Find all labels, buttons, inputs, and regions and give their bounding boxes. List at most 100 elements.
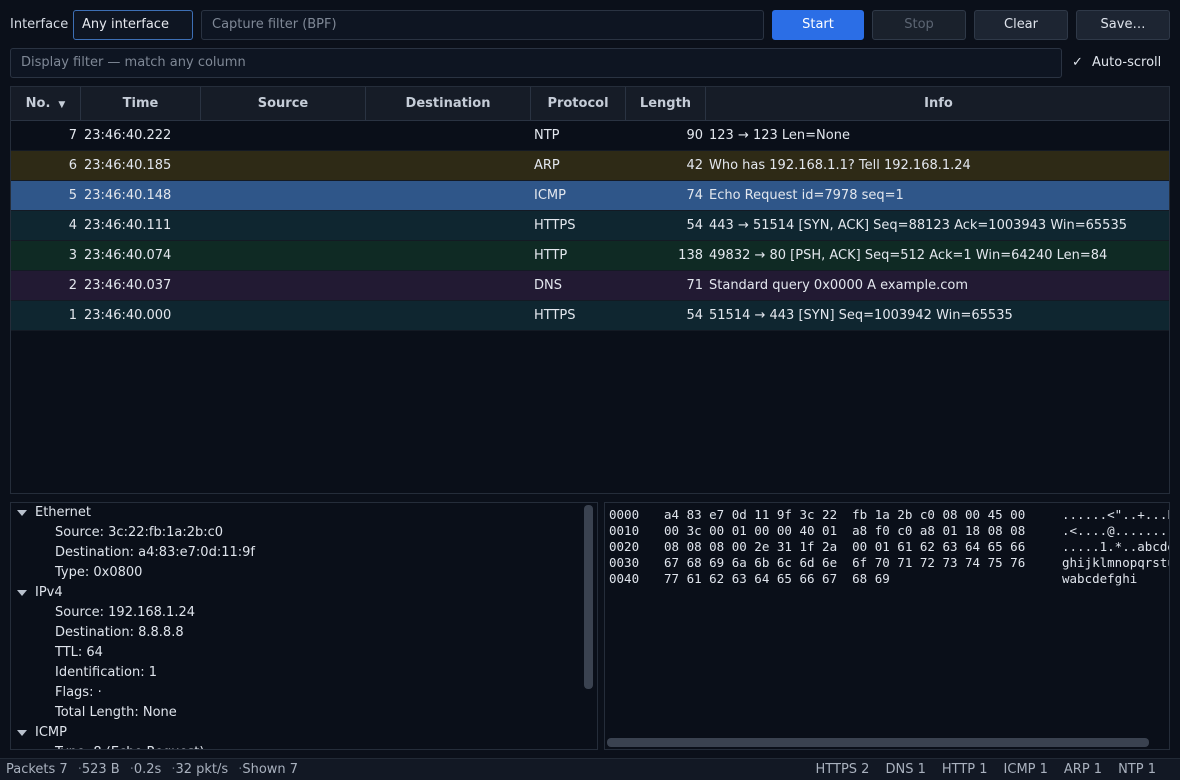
protocol-count: ICMP 1 bbox=[1003, 762, 1048, 777]
tree-field[interactable]: Destination: a4:83:e7:0d:11:9f bbox=[11, 543, 255, 563]
protocol-count: DNS 1 bbox=[885, 762, 926, 777]
cell-protocol: DNS bbox=[534, 278, 562, 293]
tree-field[interactable]: TTL: 64 bbox=[11, 643, 103, 663]
clear-button[interactable]: Clear bbox=[974, 10, 1068, 40]
cell-info: Who has 192.168.1.1? Tell 192.168.1.24 bbox=[709, 158, 971, 173]
hex-ascii[interactable]: .<....@......... bbox=[1062, 523, 1169, 539]
hex-bytes[interactable]: 00 3c 00 01 00 00 40 01 a8 f0 c0 a8 01 1… bbox=[664, 523, 1025, 539]
protocol-count: HTTPS 2 bbox=[815, 762, 870, 777]
tree-field[interactable]: Type: 8 (Echo Request) bbox=[11, 743, 204, 749]
tree-section[interactable]: Ethernet bbox=[11, 503, 91, 523]
hex-ascii[interactable]: wabcdefghi bbox=[1062, 571, 1137, 587]
column-header-source[interactable]: Source bbox=[201, 87, 366, 121]
cell-time: 23:46:40.111 bbox=[84, 218, 172, 233]
column-header-destination[interactable]: Destination bbox=[366, 87, 531, 121]
cell-protocol: ARP bbox=[534, 158, 560, 173]
stop-button[interactable]: Stop bbox=[872, 10, 966, 40]
hex-offset[interactable]: 0010 bbox=[609, 523, 639, 539]
table-row[interactable]: 2 23:46:40.037 DNS 71 Standard query 0x0000 … bbox=[11, 271, 1169, 301]
tree-vertical-scrollbar[interactable] bbox=[584, 505, 593, 689]
column-header-time[interactable]: Time bbox=[81, 87, 201, 121]
caret-down-icon[interactable] bbox=[17, 510, 27, 516]
tree-node-text: TTL: 64 bbox=[55, 645, 103, 660]
hex-offset[interactable]: 0000 bbox=[609, 507, 639, 523]
cell-no: 5 bbox=[68, 188, 77, 203]
save-button[interactable]: Save… bbox=[1076, 10, 1170, 40]
tree-node-text: IPv4 bbox=[35, 585, 63, 600]
tree-section[interactable]: IPv4 bbox=[11, 583, 63, 603]
cell-length: 54 bbox=[686, 218, 703, 233]
cell-info: 51514 → 443 [SYN] Seq=1003942 Win=65535 bbox=[709, 308, 1013, 323]
cell-protocol: HTTPS bbox=[534, 308, 576, 323]
tree-field[interactable]: Identification: 1 bbox=[11, 663, 157, 683]
cell-protocol: NTP bbox=[534, 128, 560, 143]
hex-bytes[interactable]: 08 08 08 00 2e 31 1f 2a 00 01 61 62 63 6… bbox=[664, 539, 1025, 555]
tree-field[interactable]: Destination: 8.8.8.8 bbox=[11, 623, 184, 643]
hex-dump-pane: 0000 a4 83 e7 0d 11 9f 3c 22 fb 1a 2b c0 … bbox=[604, 502, 1170, 750]
display-filter-input[interactable]: Display filter — match any column bbox=[10, 48, 1062, 78]
start-button[interactable]: Start bbox=[772, 10, 864, 40]
cell-protocol: HTTP bbox=[534, 248, 568, 263]
cell-time: 23:46:40.222 bbox=[84, 128, 172, 143]
hex-offset[interactable]: 0040 bbox=[609, 571, 639, 587]
auto-scroll-toggle[interactable]: ✓ Auto-scroll bbox=[1072, 55, 1161, 70]
column-header-info[interactable]: Info bbox=[706, 87, 1169, 121]
column-header-no[interactable]: No. ▼ bbox=[11, 87, 81, 121]
status-item: 32 pkt/s bbox=[175, 762, 229, 777]
table-row[interactable]: 5 23:46:40.148 ICMP 74 Echo Request id=7978 … bbox=[11, 181, 1169, 211]
tree-node-text: Source: 3c:22:fb:1a:2b:c0 bbox=[55, 525, 224, 540]
cell-protocol: HTTPS bbox=[534, 218, 576, 233]
packet-list-header: No. ▼ Time Source Destination Protocol Le… bbox=[11, 87, 1169, 121]
tree-node-text: Type: 0x0800 bbox=[55, 565, 143, 580]
tree-field[interactable]: Total Length: None bbox=[11, 703, 177, 723]
caret-down-icon[interactable] bbox=[17, 730, 27, 736]
hex-offset[interactable]: 0030 bbox=[609, 555, 639, 571]
caret-down-icon[interactable] bbox=[17, 590, 27, 596]
hex-bytes[interactable]: 67 68 69 6a 6b 6c 6d 6e 6f 70 71 72 73 7… bbox=[664, 555, 1025, 571]
tree-node-text: ICMP bbox=[35, 725, 67, 740]
status-bar: Packets 7·523 B ·0.2s ·32 pkt/s ·Shown 7 HT… bbox=[0, 758, 1180, 780]
cell-no: 2 bbox=[68, 278, 77, 293]
table-row[interactable]: 1 23:46:40.000 HTTPS 54 51514 → 443 [SYN] Se… bbox=[11, 301, 1169, 331]
hex-horizontal-scrollbar[interactable] bbox=[607, 738, 1149, 747]
hex-bytes[interactable]: 77 61 62 63 64 65 66 67 68 69 bbox=[664, 571, 890, 587]
column-header-protocol[interactable]: Protocol bbox=[531, 87, 626, 121]
cell-length: 71 bbox=[686, 278, 703, 293]
tree-node-text: Ethernet bbox=[35, 505, 91, 520]
tree-field[interactable]: Type: 0x0800 bbox=[11, 563, 142, 583]
cell-no: 3 bbox=[68, 248, 77, 263]
cell-length: 42 bbox=[686, 158, 703, 173]
table-row[interactable]: 4 23:46:40.111 HTTPS 54 443 → 51514 [SYN, AC… bbox=[11, 211, 1169, 241]
protocol-count: ARP 1 bbox=[1063, 762, 1103, 777]
hex-ascii[interactable]: .....1.*..abcdef bbox=[1062, 539, 1169, 555]
toolbar: Interface Any interface Capture filter (… bbox=[0, 10, 1180, 40]
cell-time: 23:46:40.185 bbox=[84, 158, 172, 173]
cell-no: 4 bbox=[68, 218, 77, 233]
table-row[interactable]: 3 23:46:40.074 HTTP 138 49832 → 80 [PSH, ACK… bbox=[11, 241, 1169, 271]
cell-length: 90 bbox=[686, 128, 703, 143]
protocol-count: HTTP 1 bbox=[941, 762, 988, 777]
hex-ascii[interactable]: ......<"..+...E. bbox=[1062, 507, 1169, 523]
interface-label: Interface bbox=[10, 17, 69, 32]
interface-select[interactable]: Any interface bbox=[73, 10, 193, 40]
protocol-counts: HTTPS 2 DNS 1 HTTP 1 ICMP 1 ARP 1 NTP 1 bbox=[800, 762, 1156, 777]
cell-length: 54 bbox=[686, 308, 703, 323]
sort-descending-icon: ▼ bbox=[58, 100, 66, 110]
status-item: Shown 7 bbox=[242, 762, 299, 777]
tree-field[interactable]: Source: 3c:22:fb:1a:2b:c0 bbox=[11, 523, 223, 543]
capture-filter-input[interactable]: Capture filter (BPF) bbox=[201, 10, 764, 40]
column-header-length[interactable]: Length bbox=[626, 87, 706, 121]
cell-length: 138 bbox=[678, 248, 703, 263]
cell-info: 123 → 123 Len=None bbox=[709, 128, 850, 143]
hex-offset[interactable]: 0020 bbox=[609, 539, 639, 555]
hex-bytes[interactable]: a4 83 e7 0d 11 9f 3c 22 fb 1a 2b c0 08 0… bbox=[664, 507, 1025, 523]
table-row[interactable]: 7 23:46:40.222 NTP 90 123 → 123 Len=None bbox=[11, 121, 1169, 151]
cell-info: 49832 → 80 [PSH, ACK] Seq=512 Ack=1 Win=… bbox=[709, 248, 1108, 263]
table-row[interactable]: 6 23:46:40.185 ARP 42 Who has 192.168.1.1? T… bbox=[11, 151, 1169, 181]
tree-node-text: Destination: 8.8.8.8 bbox=[55, 625, 184, 640]
tree-field[interactable]: Source: 192.168.1.24 bbox=[11, 603, 195, 623]
tree-field[interactable]: Flags: · bbox=[11, 683, 102, 703]
hex-ascii[interactable]: ghijklmnopqrstuv bbox=[1062, 555, 1169, 571]
tree-section[interactable]: ICMP bbox=[11, 723, 67, 743]
cell-time: 23:46:40.037 bbox=[84, 278, 172, 293]
